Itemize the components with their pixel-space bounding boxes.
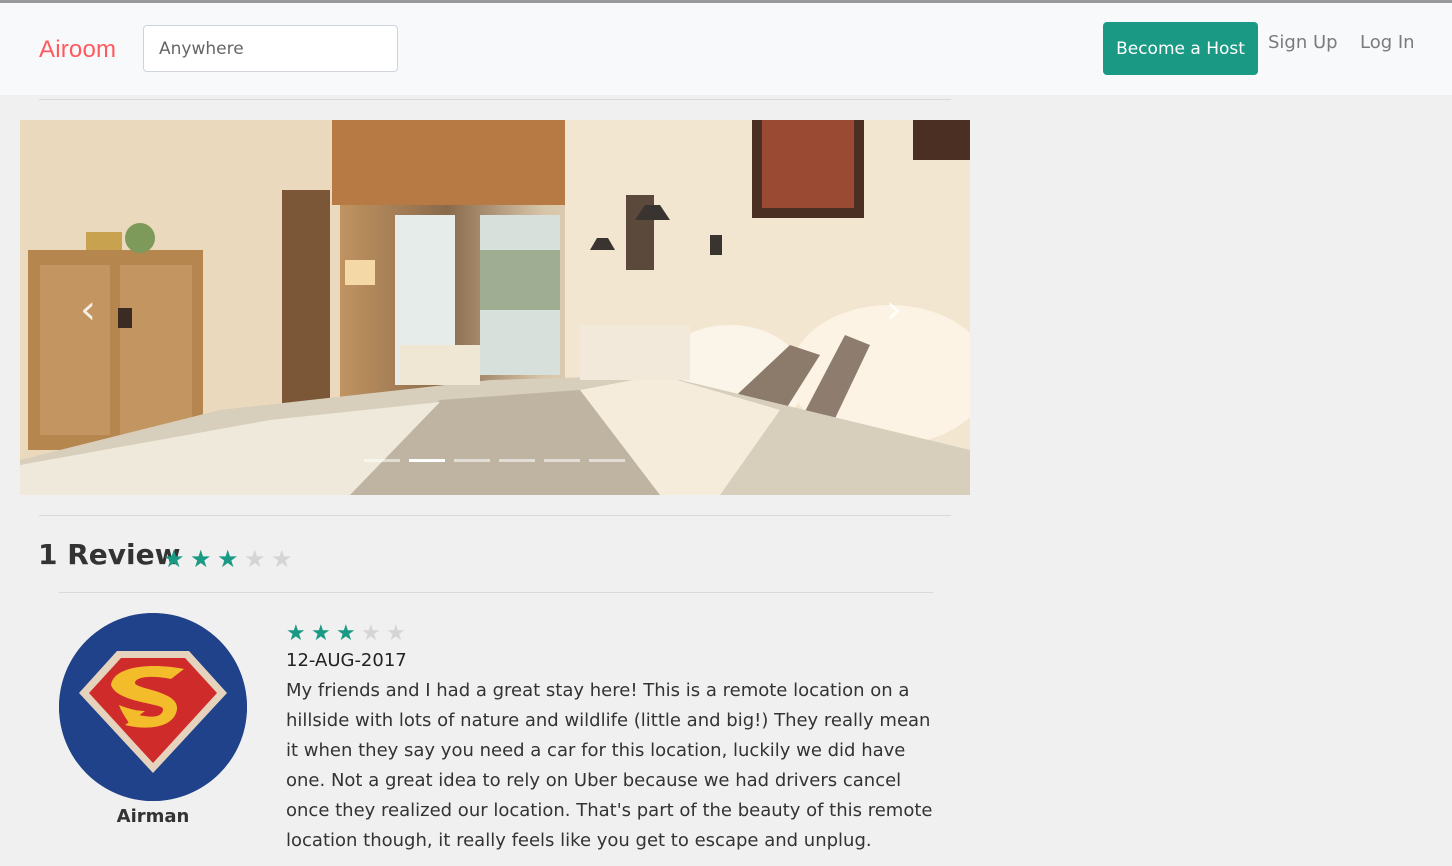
review-rating-stars: ★ ★ ★ ★ ★ — [286, 621, 411, 644]
become-host-button[interactable]: Become a Host — [1103, 22, 1258, 75]
star-empty-icon: ★ — [271, 546, 293, 573]
star-filled-icon: ★ — [311, 620, 331, 645]
avatar — [59, 613, 247, 801]
carousel-indicator[interactable] — [544, 459, 580, 462]
star-empty-icon: ★ — [386, 620, 406, 645]
star-empty-icon: ★ — [244, 546, 266, 573]
carousel-indicators — [364, 459, 625, 462]
carousel-indicator[interactable] — [364, 459, 400, 462]
star-filled-icon: ★ — [336, 620, 356, 645]
divider-top — [39, 99, 951, 100]
navbar: Airoom Become a Host Sign Up Log In — [0, 3, 1452, 95]
divider-review-list — [59, 592, 933, 593]
carousel-indicator[interactable] — [409, 459, 445, 462]
room-photo — [20, 120, 970, 495]
reviewer-name: Airman — [116, 806, 190, 827]
carousel-next-chevron-right-icon[interactable]: › — [886, 290, 902, 330]
carousel-indicator[interactable] — [454, 459, 490, 462]
brand-logo[interactable]: Airoom — [39, 36, 116, 64]
carousel-indicator[interactable] — [499, 459, 535, 462]
log-in-link[interactable]: Log In — [1360, 32, 1415, 53]
search-input[interactable] — [143, 25, 398, 72]
carousel-prev-chevron-left-icon[interactable]: ‹ — [80, 290, 96, 330]
review-date: 12-AUG-2017 — [286, 650, 407, 671]
star-empty-icon: ★ — [361, 620, 381, 645]
photo-carousel[interactable]: ‹ › — [20, 120, 970, 495]
star-filled-icon: ★ — [286, 620, 306, 645]
reviews-heading: 1 Review — [38, 538, 181, 571]
star-filled-icon: ★ — [190, 546, 212, 573]
star-filled-icon: ★ — [217, 546, 239, 573]
divider-reviews — [39, 515, 951, 516]
overall-rating-stars: ★ ★ ★ ★ ★ — [163, 546, 298, 573]
sign-up-link[interactable]: Sign Up — [1268, 32, 1338, 53]
review-text: My friends and I had a great stay here! … — [286, 680, 933, 851]
carousel-indicator[interactable] — [589, 459, 625, 462]
superman-logo-icon — [59, 613, 247, 801]
star-filled-icon: ★ — [163, 546, 185, 573]
